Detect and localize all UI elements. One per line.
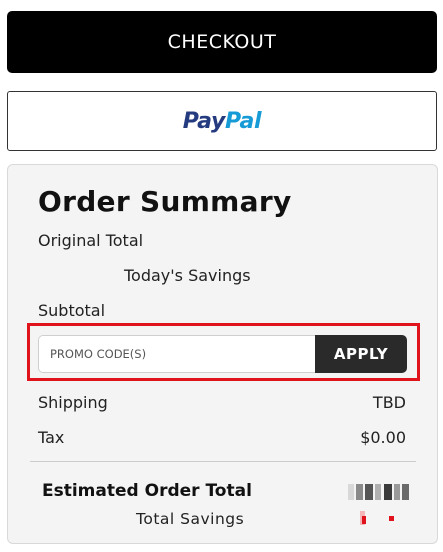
paypal-logo-pay: Pay — [182, 108, 226, 134]
shipping-value: TBD — [372, 393, 406, 412]
order-summary-panel: Order Summary Original Total Today's Sav… — [7, 164, 438, 544]
order-summary-title: Order Summary — [38, 185, 292, 218]
tax-value: $0.00 — [360, 428, 406, 447]
paypal-button[interactable]: PayPal — [7, 91, 437, 151]
estimated-total-redacted — [348, 484, 410, 500]
promo-code-input[interactable] — [38, 335, 316, 373]
summary-divider — [30, 461, 416, 462]
paypal-logo: PayPal — [183, 109, 262, 134]
total-savings-redacted — [358, 511, 398, 527]
shipping-label: Shipping — [38, 393, 108, 412]
apply-promo-button[interactable]: APPLY — [315, 335, 407, 373]
total-savings-label: Total Savings — [136, 510, 245, 528]
todays-savings-label: Today's Savings — [124, 266, 251, 285]
checkout-button[interactable]: CHECKOUT — [7, 11, 437, 73]
tax-label: Tax — [38, 428, 65, 447]
estimated-total-label: Estimated Order Total — [42, 481, 252, 501]
paypal-logo-pal: Pal — [225, 108, 262, 134]
subtotal-label: Subtotal — [38, 301, 106, 320]
original-total-label: Original Total — [38, 231, 144, 250]
